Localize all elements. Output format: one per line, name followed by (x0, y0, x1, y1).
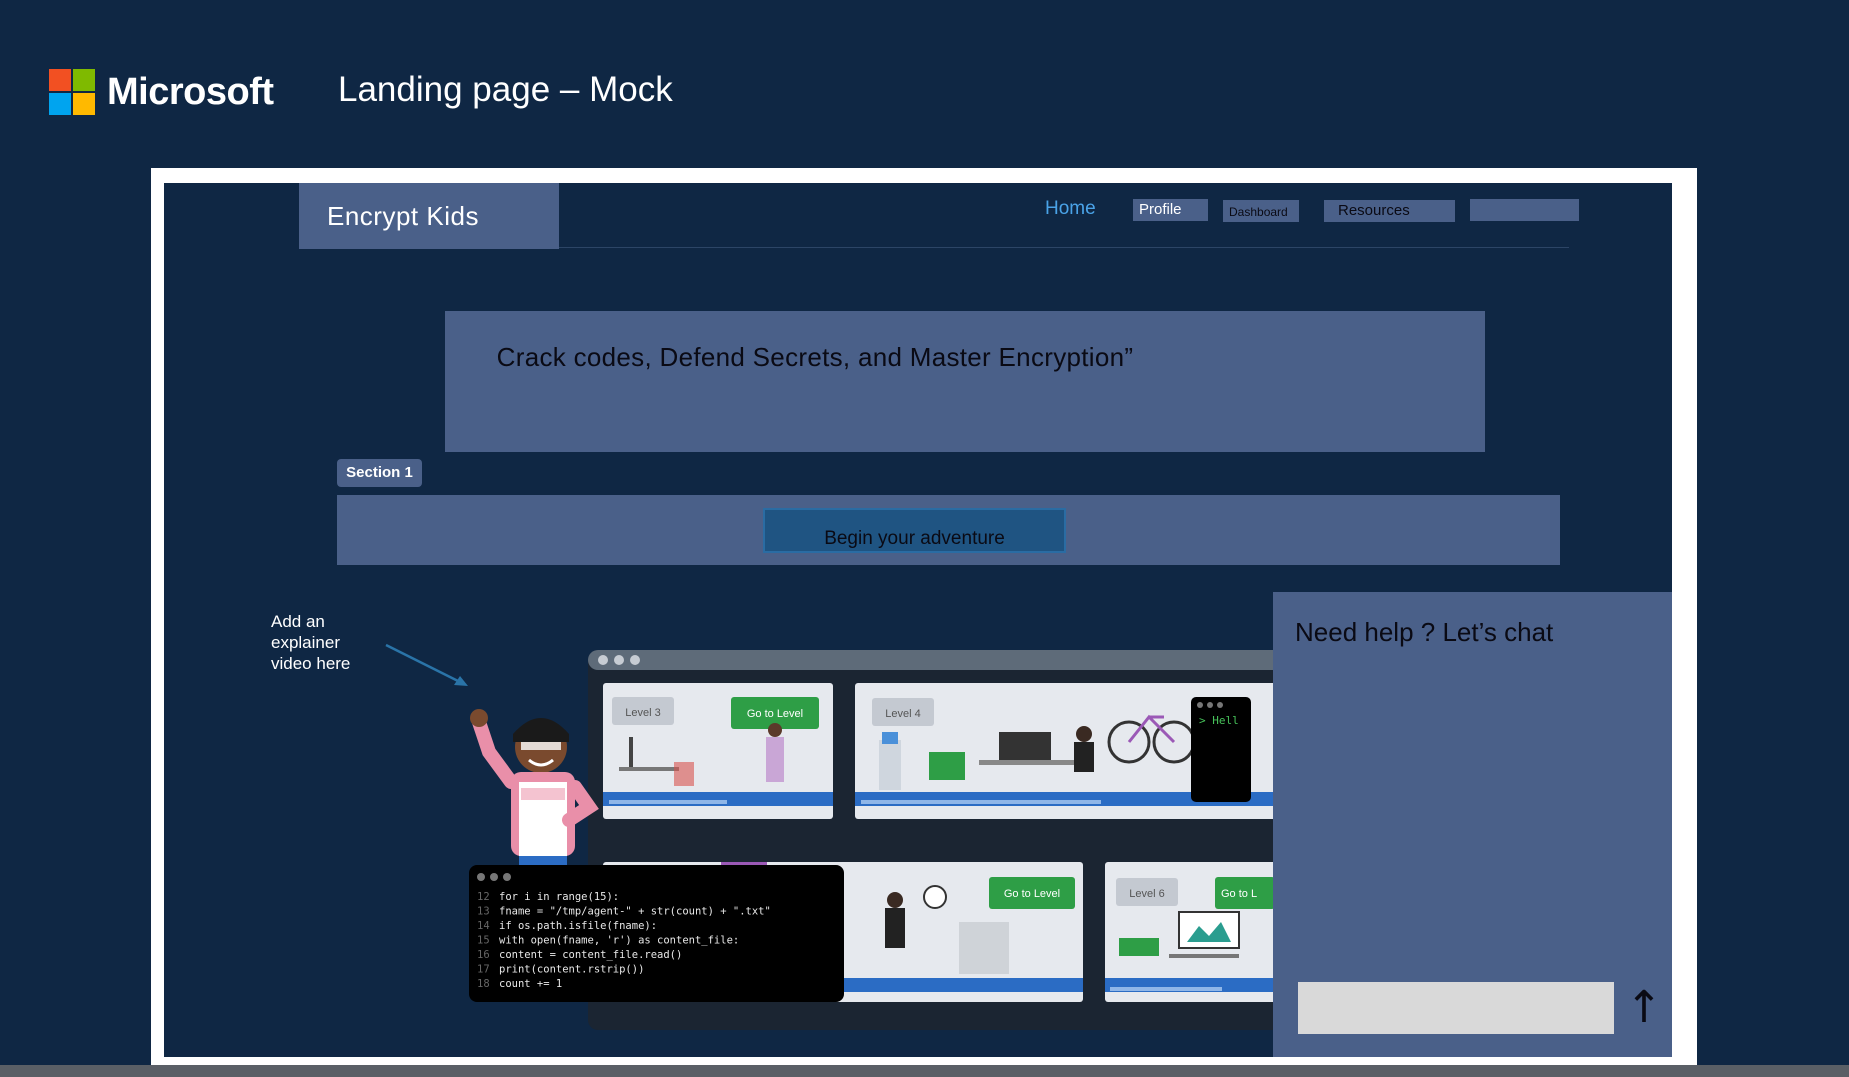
go-to-level-button: Go to L (1221, 888, 1257, 900)
code-line: print(content.rstrip()) (499, 964, 644, 976)
nav-divider (559, 247, 1569, 248)
chat-title: Need help ? Let’s chat (1295, 617, 1554, 647)
section-badge: Section 1 (337, 459, 422, 487)
code-line: for i in range(15): (499, 891, 619, 903)
code-line: with open(fname, 'r') as content_file: (499, 935, 739, 947)
hero-tagline: Crack codes, Defend Secrets, and Master … (496, 342, 1134, 372)
code-line: if os.path.isfile(fname): (499, 920, 657, 932)
mock-frame: Encrypt Kids Home Profile Dashboard Reso… (151, 168, 1697, 1065)
cta-bar: Begin your adventure (337, 495, 1560, 565)
code-line-number: 15 (477, 935, 490, 947)
chat-input[interactable] (1298, 982, 1614, 1034)
level-label: Level 6 (1129, 888, 1164, 900)
go-to-level-button: Go to Level (1004, 888, 1060, 900)
nav-empty-link[interactable] (1470, 199, 1579, 221)
microsoft-logo: Microsoft (49, 69, 274, 115)
explainer-hint: Add an explainer video here (271, 612, 351, 673)
code-line-number: 16 (477, 949, 490, 961)
code-line-number: 17 (477, 964, 490, 976)
character-illustration (470, 709, 599, 866)
terminal-text: > Hell (1199, 714, 1239, 727)
code-line: fname = "/tmp/agent-" + str(count) + ".t… (499, 906, 771, 918)
hero-banner: Crack codes, Defend Secrets, and Master … (445, 311, 1485, 452)
code-window: 12 for i in range(15): 13 fname = "/tmp/ag… (469, 865, 844, 1002)
brand-title[interactable]: Encrypt Kids (299, 183, 559, 249)
go-to-level-button: Go to Level (747, 708, 803, 720)
bottom-strip (0, 1065, 1849, 1077)
level-panel: Level 3 Go to Level (603, 683, 833, 819)
code-line: count += 1 (499, 978, 562, 990)
app-screen: Encrypt Kids Home Profile Dashboard Reso… (164, 183, 1672, 1057)
level-label: Level 3 (625, 707, 660, 719)
microsoft-wordmark: Microsoft (107, 70, 274, 113)
level-label: Level 4 (885, 708, 920, 720)
up-arrow-icon[interactable]: ↑ (1623, 982, 1665, 1034)
slide-title: Landing page – Mock (338, 70, 673, 109)
nav-resources-link[interactable]: Resources (1324, 200, 1455, 222)
code-line-number: 12 (477, 891, 490, 903)
microsoft-logo-icon (49, 69, 95, 115)
code-line-number: 13 (477, 906, 490, 918)
code-line: content = content_file.read() (499, 949, 682, 961)
nav-profile-link[interactable]: Profile (1133, 199, 1208, 221)
code-line-number: 18 (477, 978, 490, 990)
code-line-number: 14 (477, 920, 490, 932)
hint-arrow-icon (385, 643, 468, 686)
nav-home-link[interactable]: Home (1045, 198, 1096, 220)
chat-panel: Need help ? Let’s chat ↑ (1273, 592, 1672, 1057)
nav-dashboard-link[interactable]: Dashboard (1223, 200, 1299, 222)
begin-adventure-button[interactable]: Begin your adventure (763, 508, 1066, 553)
